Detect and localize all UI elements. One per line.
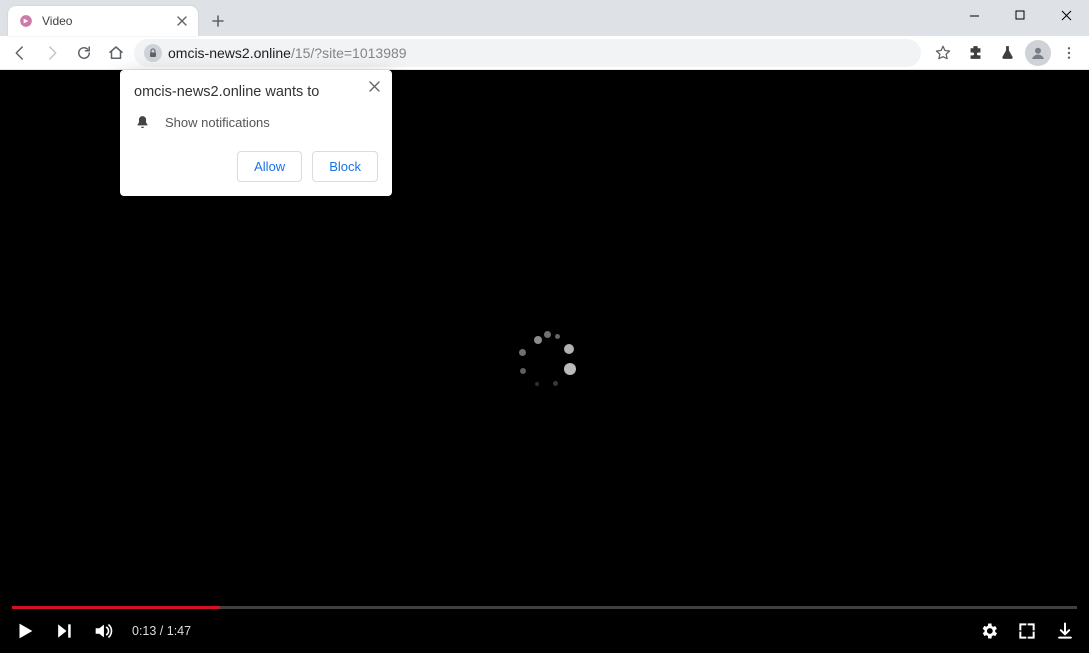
video-controls: 0:13 / 1:47 (0, 609, 1089, 653)
browser-tab[interactable]: Video (8, 6, 198, 36)
settings-gear-icon[interactable] (979, 621, 999, 641)
tab-favicon (18, 13, 34, 29)
browser-toolbar: omcis-news2.online/15/?site=1013989 (0, 36, 1089, 70)
address-bar-url: omcis-news2.online/15/?site=1013989 (168, 45, 407, 61)
popup-close-icon[interactable] (364, 76, 384, 96)
home-button[interactable] (102, 39, 130, 67)
address-bar[interactable]: omcis-news2.online/15/?site=1013989 (134, 39, 921, 67)
bell-icon (134, 114, 151, 131)
tab-close-icon[interactable] (174, 13, 190, 29)
window-minimize-button[interactable] (951, 0, 997, 30)
site-info-lock-icon[interactable] (144, 44, 162, 62)
new-tab-button[interactable] (204, 7, 232, 35)
window-controls (951, 0, 1089, 30)
allow-button[interactable]: Allow (237, 151, 302, 182)
window-titlebar: Video (0, 0, 1089, 36)
reload-button[interactable] (70, 39, 98, 67)
chrome-menu-icon[interactable] (1055, 39, 1083, 67)
bookmark-star-icon[interactable] (929, 39, 957, 67)
volume-button[interactable] (92, 620, 114, 642)
labs-icon[interactable] (993, 39, 1021, 67)
video-time-display: 0:13 / 1:47 (132, 624, 191, 638)
tab-title: Video (42, 14, 166, 28)
next-button[interactable] (54, 621, 74, 641)
window-maximize-button[interactable] (997, 0, 1043, 30)
back-button[interactable] (6, 39, 34, 67)
popup-message: Show notifications (165, 115, 270, 130)
notification-permission-popup: omcis-news2.online wants to Show notific… (120, 70, 392, 196)
forward-button[interactable] (38, 39, 66, 67)
extensions-icon[interactable] (961, 39, 989, 67)
video-loading-spinner (517, 334, 573, 390)
play-button[interactable] (14, 620, 36, 642)
download-button[interactable] (1055, 621, 1075, 641)
block-button[interactable]: Block (312, 151, 378, 182)
profile-avatar[interactable] (1025, 40, 1051, 66)
fullscreen-button[interactable] (1017, 621, 1037, 641)
window-close-button[interactable] (1043, 0, 1089, 30)
popup-title: omcis-news2.online wants to (134, 84, 378, 100)
